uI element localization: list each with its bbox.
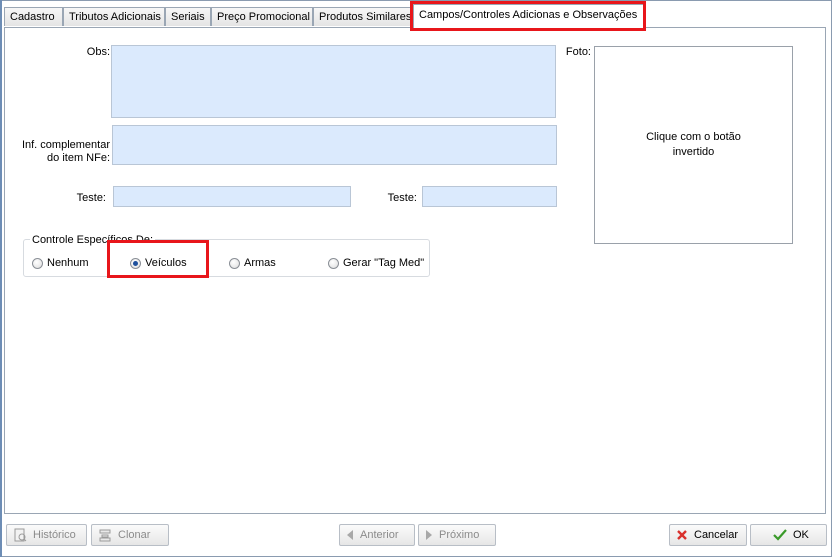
radio-armas[interactable]: Armas <box>229 256 276 270</box>
arrow-left-icon <box>346 530 354 540</box>
anterior-button[interactable]: Anterior <box>339 524 415 546</box>
inf-complementar-label: Inf. complementar do item NFe: <box>10 139 110 165</box>
teste1-field[interactable] <box>113 186 351 207</box>
historico-button[interactable]: Histórico <box>6 524 87 546</box>
teste2-label: Teste: <box>387 192 417 204</box>
teste2-field[interactable] <box>422 186 557 207</box>
tab-seriais[interactable]: Seriais <box>165 7 211 26</box>
radio-gerar-tag-med-dot[interactable] <box>328 257 339 269</box>
clone-icon <box>98 528 112 542</box>
controle-group: Controle Específicos De: Nenhum Veículos… <box>23 234 430 277</box>
inf-complementar-field[interactable] <box>112 125 557 165</box>
anterior-label: Anterior <box>360 529 399 541</box>
inf-label-line2: do item NFe: <box>47 152 110 164</box>
inf-label-line1: Inf. complementar <box>21 139 110 151</box>
radio-nenhum[interactable]: Nenhum <box>32 256 89 270</box>
clonar-button[interactable]: Clonar <box>91 524 169 546</box>
photo-hint: Clique com o botão invertido <box>646 131 741 158</box>
tab-preco-promocional[interactable]: Preço Promocional <box>211 7 313 26</box>
history-icon <box>13 528 27 542</box>
ok-label: OK <box>793 529 809 541</box>
radio-nenhum-label: Nenhum <box>47 257 89 269</box>
window-edge <box>0 0 2 557</box>
tab-cadastro[interactable]: Cadastro <box>4 7 63 26</box>
radio-gerar-tag-med[interactable]: Gerar "Tag Med" <box>328 256 424 270</box>
tab-produtos-similares[interactable]: Produtos Similares <box>313 7 415 26</box>
radio-veiculos[interactable]: Veículos <box>130 256 187 270</box>
cancelar-label: Cancelar <box>694 529 739 541</box>
cancelar-button[interactable]: Cancelar <box>669 524 747 546</box>
radio-armas-dot[interactable] <box>229 257 240 269</box>
arrow-right-icon <box>425 530 433 540</box>
checkmark-icon <box>773 529 787 541</box>
proximo-label: Próximo <box>439 529 480 541</box>
tab-tributos-adicionais[interactable]: Tributos Adicionais <box>63 7 165 26</box>
obs-label: Obs: <box>86 46 110 58</box>
radio-gerar-tag-med-label: Gerar "Tag Med" <box>343 257 425 269</box>
controle-legend: Controle Específicos De: <box>30 234 156 246</box>
radio-nenhum-dot[interactable] <box>32 257 43 269</box>
ok-button[interactable]: OK <box>750 524 827 546</box>
foto-label: Foto: <box>565 46 591 58</box>
radio-veiculos-label: Veículos <box>145 257 187 269</box>
teste1-label: Teste: <box>76 192 106 204</box>
radio-armas-label: Armas <box>244 257 276 269</box>
clonar-label: Clonar <box>118 529 151 541</box>
proximo-button[interactable]: Próximo <box>418 524 496 546</box>
radio-veiculos-dot[interactable] <box>130 257 141 269</box>
tab-campos-controles[interactable]: Campos/Controles Adicionas e Observações <box>413 4 645 28</box>
photo-box[interactable]: Clique com o botão invertido <box>594 46 793 244</box>
historico-label: Histórico <box>33 529 76 541</box>
obs-field[interactable] <box>111 45 556 118</box>
tab-bar: Cadastro Tributos Adicionais Seriais Pre… <box>4 4 828 28</box>
cancel-x-icon <box>676 529 688 541</box>
